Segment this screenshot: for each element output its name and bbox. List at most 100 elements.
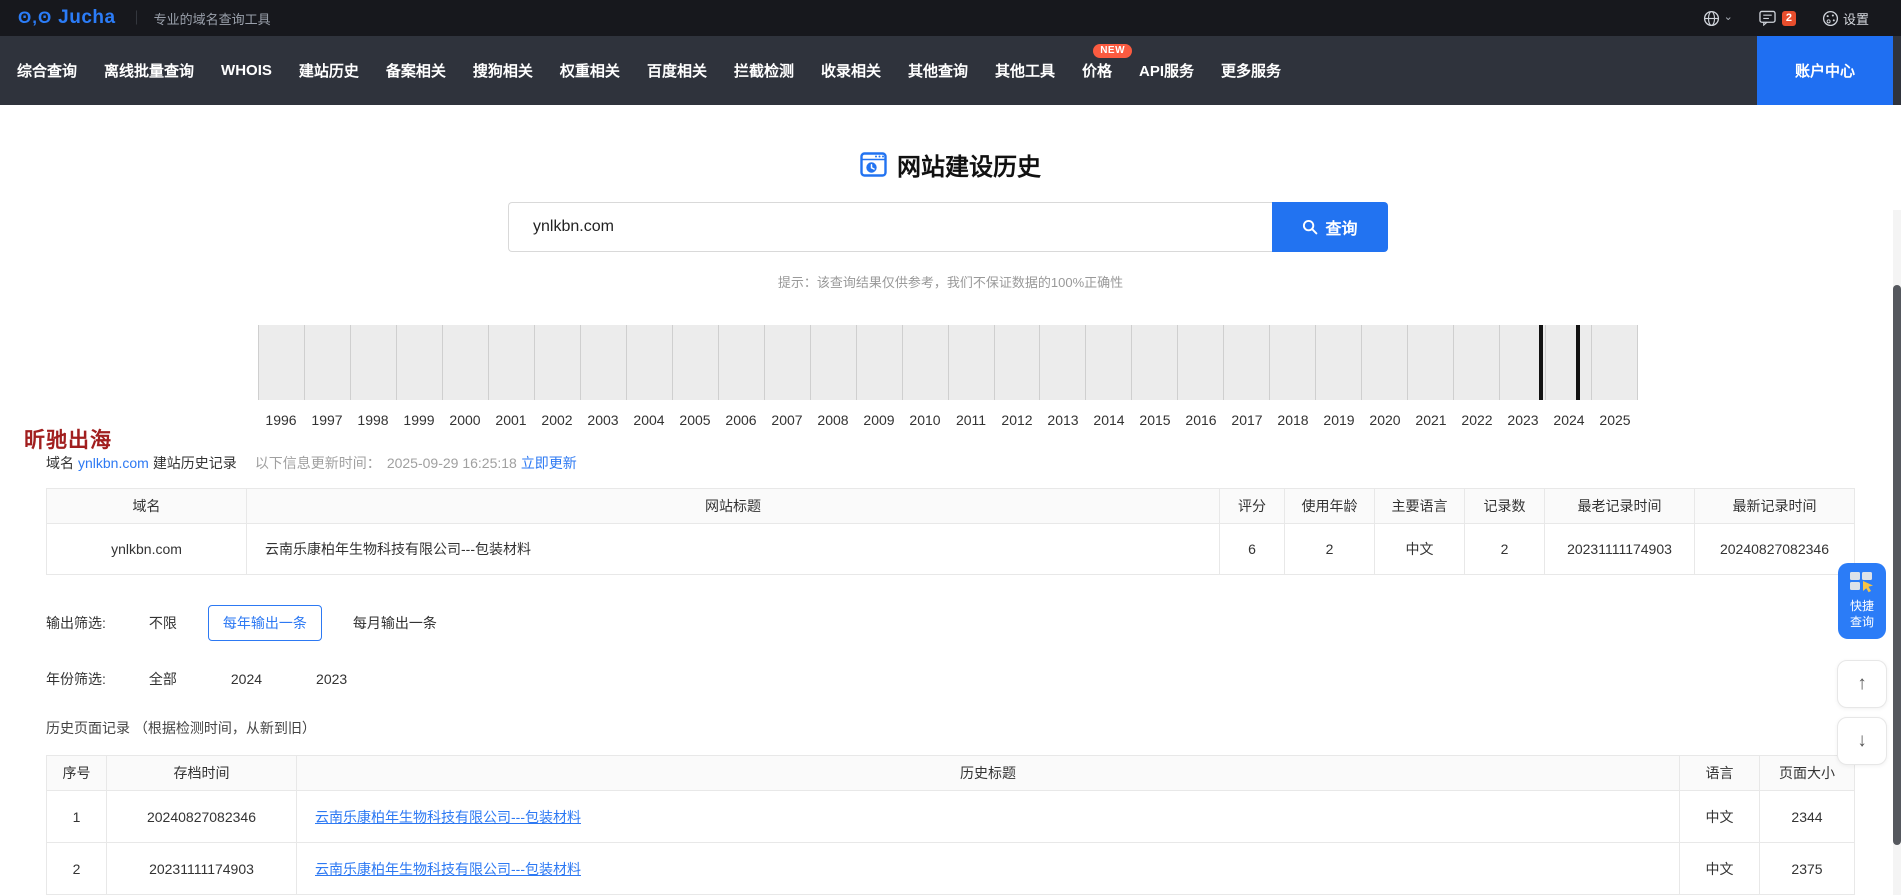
summary-header-row: 域名 网站标题 评分 使用年龄 主要语言 记录数 最老记录时间 最新记录时间 bbox=[46, 488, 1855, 524]
nav-item-6[interactable]: 搜狗相关 bbox=[473, 60, 533, 81]
year-filter-row: 年份筛选: 全部 2024 2023 bbox=[46, 661, 386, 697]
history-col-lang: 语言 bbox=[1679, 755, 1760, 791]
nav-item-2[interactable]: 离线批量查询 bbox=[104, 60, 194, 81]
owl-eyes-icon: ʘ,ʘ bbox=[18, 8, 53, 27]
query-hint: 提示：该查询结果仅供参考，我们不保证数据的100%正确性 bbox=[777, 275, 1124, 290]
timeline-year-cell bbox=[902, 325, 949, 400]
timeline-year-cell bbox=[718, 325, 765, 400]
timeline-year-cell bbox=[350, 325, 397, 400]
summary-col-score: 评分 bbox=[1219, 488, 1285, 524]
nav-item-13[interactable]: 价格 NEW bbox=[1082, 44, 1133, 81]
output-filter-label: 输出筛选: bbox=[46, 615, 106, 631]
watermark-text: 昕驰出海 bbox=[24, 429, 112, 452]
timeline-year-label: 2011 bbox=[955, 412, 987, 428]
summary-cell-title: 云南乐康柏年生物科技有限公司---包装材料 bbox=[246, 523, 1220, 575]
summary-table-row: ynlkbn.com 云南乐康柏年生物科技有限公司---包装材料 6 2 中文 2 2023… bbox=[46, 523, 1855, 575]
history-records-table: 序号 存档时间 历史标题 语言 页面大小 1 20240827082346 云南乐康柏年生物… bbox=[46, 755, 1855, 895]
history-title-text: 历史页面记录 bbox=[46, 720, 130, 736]
timeline-year-label: 1998 bbox=[357, 412, 389, 428]
nav-item-7[interactable]: 权重相关 bbox=[560, 60, 620, 81]
timeline-year-cell bbox=[1270, 325, 1317, 400]
timeline-year-label: 2020 bbox=[1369, 412, 1401, 428]
nav-item-1[interactable]: 综合查询 bbox=[17, 60, 77, 81]
timeline-year-cell bbox=[1362, 325, 1409, 400]
nav-item-10[interactable]: 收录相关 bbox=[821, 60, 881, 81]
year-filter-label: 年份筛选: bbox=[46, 671, 106, 687]
site-tagline: 专业的域名查询工具 bbox=[153, 11, 271, 27]
settings-label: 设置 bbox=[1842, 11, 1869, 27]
timeline-year-cell bbox=[1592, 325, 1639, 400]
timeline-year-cell bbox=[534, 325, 581, 400]
scroll-to-bottom-button[interactable]: ↓ bbox=[1837, 717, 1887, 765]
quick-query-grid-icon bbox=[1850, 572, 1873, 593]
scroll-to-top-button[interactable]: ↑ bbox=[1837, 660, 1887, 708]
history-title-link[interactable]: 云南乐康柏年生物科技有限公司---包装材料 bbox=[315, 809, 581, 825]
messages-button[interactable]: 2 bbox=[1759, 10, 1796, 26]
timeline-year-label: 2004 bbox=[633, 412, 665, 428]
timeline-year-label: 2007 bbox=[771, 412, 803, 428]
nav-item-12[interactable]: 其他工具 bbox=[995, 60, 1055, 81]
history-cell-index: 2 bbox=[46, 842, 107, 895]
timeline-year-cell bbox=[1132, 325, 1179, 400]
page-title-row: 网站建设历史 bbox=[0, 147, 1901, 182]
timeline-year-label: 2023 bbox=[1507, 412, 1539, 428]
summary-col-records: 记录数 bbox=[1464, 488, 1545, 524]
history-cell-index: 1 bbox=[46, 790, 107, 843]
nav-item-3[interactable]: WHOIS bbox=[221, 62, 272, 79]
timeline-year-label: 2006 bbox=[725, 412, 757, 428]
info-suffix: 建站历史记录 bbox=[152, 455, 237, 471]
year-option-3[interactable]: 2023 bbox=[301, 663, 362, 695]
history-cell-lang: 中文 bbox=[1679, 790, 1760, 843]
nav-item-5[interactable]: 备案相关 bbox=[386, 60, 446, 81]
timeline-year-label: 2025 bbox=[1599, 412, 1631, 428]
year-option-1[interactable]: 全部 bbox=[134, 661, 192, 697]
timeline-year-label: 2000 bbox=[449, 412, 481, 428]
jucha-logo[interactable]: ʘ,ʘ Jucha bbox=[18, 7, 116, 29]
summary-col-age: 使用年龄 bbox=[1284, 488, 1375, 524]
language-switcher[interactable]: ⌄ bbox=[1703, 10, 1733, 27]
output-filter-options: 不限 每年输出一条 每月输出一条 bbox=[134, 605, 468, 641]
quick-query-button[interactable]: 快捷查询 bbox=[1838, 563, 1886, 639]
output-option-1[interactable]: 不限 bbox=[134, 605, 192, 641]
account-center-button[interactable]: 账户中心 bbox=[1757, 36, 1893, 105]
query-button-label: 查询 bbox=[1325, 221, 1358, 238]
nav-item-14[interactable]: API服务 bbox=[1139, 60, 1194, 81]
scrollbar-thumb[interactable] bbox=[1893, 285, 1901, 845]
output-option-2[interactable]: 每年输出一条 bbox=[207, 605, 322, 641]
history-title-link[interactable]: 云南乐康柏年生物科技有限公司---包装材料 bbox=[315, 861, 581, 877]
timeline-year-cell bbox=[488, 325, 535, 400]
nav-item-4[interactable]: 建站历史 bbox=[299, 60, 359, 81]
timeline-year-label: 2015 bbox=[1139, 412, 1171, 428]
timeline-year-cell bbox=[1546, 325, 1593, 400]
domain-link[interactable]: ynlkbn.com bbox=[78, 455, 149, 471]
message-count-badge: 2 bbox=[1781, 10, 1796, 26]
timeline-year-cell bbox=[1086, 325, 1133, 400]
timeline-year-cell bbox=[304, 325, 351, 400]
output-option-3[interactable]: 每月输出一条 bbox=[338, 605, 452, 641]
summary-cell-newest: 20240827082346 bbox=[1694, 523, 1855, 575]
header-divider: ｜ bbox=[129, 10, 144, 26]
timeline-year-cell bbox=[1500, 325, 1547, 400]
settings-button[interactable]: 设置 bbox=[1822, 9, 1869, 28]
history-title-note: （根据检测时间，从新到旧） bbox=[133, 720, 316, 736]
history-body: 1 20240827082346 云南乐康柏年生物科技有限公司---包装材料 中文 23… bbox=[46, 790, 1855, 895]
query-button[interactable]: 查询 bbox=[1272, 202, 1388, 252]
nav-item-9[interactable]: 拦截检测 bbox=[734, 60, 794, 81]
refresh-now-link[interactable]: 立即更新 bbox=[521, 453, 577, 473]
timeline-year-cell bbox=[948, 325, 995, 400]
timeline-year-cell bbox=[856, 325, 903, 400]
nav-item-15[interactable]: 更多服务 bbox=[1221, 60, 1281, 81]
timeline-year-label: 2014 bbox=[1093, 412, 1125, 428]
update-time-label: 以下信息更新时间： bbox=[254, 455, 381, 471]
timeline-year-cell bbox=[810, 325, 857, 400]
timeline-year-cell bbox=[1316, 325, 1363, 400]
nav-item-8[interactable]: 百度相关 bbox=[647, 60, 707, 81]
page-scrollbar[interactable] bbox=[1893, 210, 1901, 895]
year-option-2[interactable]: 2024 bbox=[216, 663, 277, 695]
domain-search-input[interactable] bbox=[508, 202, 1272, 252]
timeline-year-cell bbox=[626, 325, 673, 400]
nav-item-11[interactable]: 其他查询 bbox=[908, 60, 968, 81]
timeline-year-label: 2009 bbox=[863, 412, 895, 428]
timeline-year-label: 2021 bbox=[1415, 412, 1447, 428]
domain-summary-table: 域名 网站标题 评分 使用年龄 主要语言 记录数 最老记录时间 最新记录时间 ynlkbn.c… bbox=[46, 488, 1855, 575]
